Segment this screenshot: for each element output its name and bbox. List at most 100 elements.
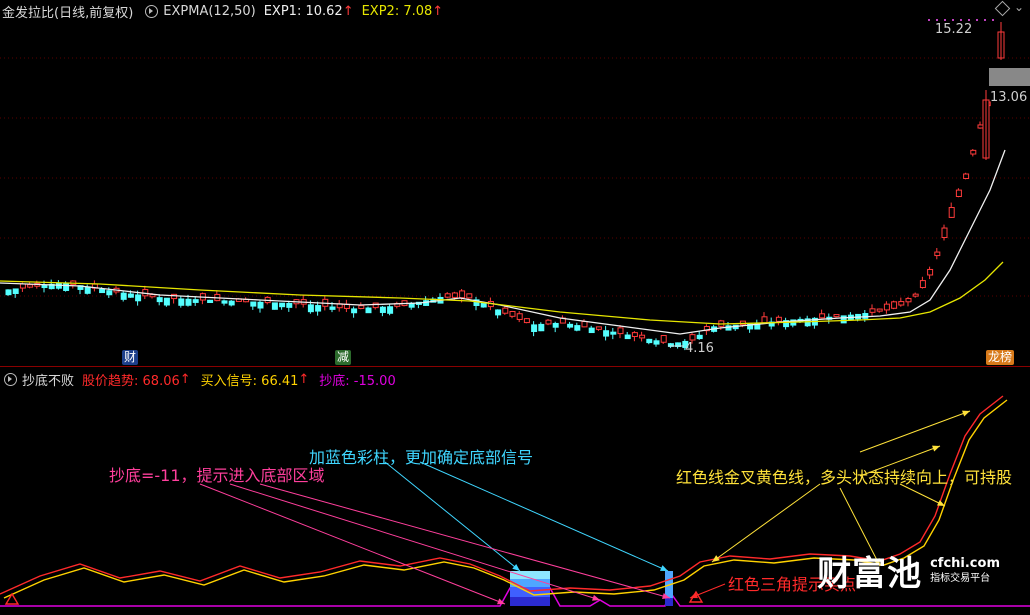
candle-body xyxy=(862,313,869,319)
watermark-logo: 财富池 cfchi.com 指标交易平台 xyxy=(817,546,1000,595)
candle-body xyxy=(531,324,538,333)
candle-body xyxy=(221,300,228,304)
annotation-arrow-head xyxy=(932,445,940,452)
candle-body xyxy=(63,283,70,291)
candle-body xyxy=(912,293,919,297)
candle-body xyxy=(279,302,286,308)
blue-signal-bar xyxy=(665,598,673,606)
candle-body xyxy=(127,293,134,298)
candle-body xyxy=(466,293,473,299)
candle-body xyxy=(257,301,264,309)
price-chart-pane[interactable]: 金发拉比(日线,前复权) EXPMA(12,50) EXP1: 10.62 ↑ … xyxy=(0,0,1030,366)
candle-body xyxy=(379,306,386,313)
candle-body xyxy=(27,284,34,288)
candle-body xyxy=(207,299,214,303)
watermark-brand: 财富池 xyxy=(817,554,923,594)
candle-body xyxy=(358,305,365,309)
candle-body xyxy=(84,286,91,294)
candle-body xyxy=(696,334,703,340)
candle-body xyxy=(552,322,559,328)
annotation-arrow xyxy=(419,461,669,572)
candle-body xyxy=(351,308,358,314)
marker-dot xyxy=(928,19,930,21)
marker-dot xyxy=(960,19,962,21)
candle-body xyxy=(329,306,336,310)
finance-marker[interactable]: 财 xyxy=(122,350,139,365)
candle-body xyxy=(934,251,941,257)
candle-body xyxy=(480,302,487,308)
candle-body xyxy=(523,318,530,324)
candle-body xyxy=(509,310,516,317)
candle-body xyxy=(163,297,170,306)
candle-body xyxy=(574,325,581,331)
marker-dot xyxy=(936,19,938,21)
longhu-marker[interactable]: 龙榜 xyxy=(986,350,1015,365)
candle-body xyxy=(595,326,602,330)
candle-body xyxy=(120,292,127,300)
marker-dot xyxy=(984,19,986,21)
candle-body xyxy=(365,307,372,314)
candle-body xyxy=(228,300,235,306)
blue-signal-bar xyxy=(510,597,550,606)
exp1-line xyxy=(0,149,1006,335)
candle-body xyxy=(603,330,610,337)
candle-body xyxy=(833,314,840,318)
candle-body xyxy=(963,173,970,180)
annotation-blue-bar: 加蓝色彩柱，更加确定底部信号 xyxy=(309,448,534,467)
annotation-dip-hint: 抄底=-11，提示进入底部区域 xyxy=(109,466,325,485)
reduce-marker[interactable]: 减 xyxy=(335,350,352,365)
buy-triangle-icon xyxy=(4,592,20,605)
candle-body xyxy=(919,280,926,289)
candle-body xyxy=(898,301,905,306)
watermark-domain: cfchi.com xyxy=(930,555,1000,571)
candlestick-chart xyxy=(0,19,1030,351)
annotation-arrow-head xyxy=(592,594,600,601)
candle-body xyxy=(516,313,523,320)
annotation-arrow xyxy=(384,461,521,572)
candle-body xyxy=(905,298,912,303)
candle-body xyxy=(502,307,509,314)
candle-body xyxy=(315,305,322,312)
candle-body xyxy=(459,290,466,299)
candle-body xyxy=(840,315,847,324)
candle-body xyxy=(977,124,984,129)
annotation-arrow-head xyxy=(962,410,970,417)
candle-body xyxy=(653,340,660,345)
annotation-arrow-head xyxy=(512,563,520,571)
blue-signal-bar xyxy=(510,587,550,597)
candle-body xyxy=(372,302,379,309)
candle-body xyxy=(624,334,631,340)
marker-dot xyxy=(952,19,954,21)
marker-dot xyxy=(976,19,978,21)
candle-body xyxy=(941,227,948,238)
candle-body xyxy=(775,316,782,322)
candle-body xyxy=(451,292,458,298)
candle-body xyxy=(581,321,588,328)
marker-dot xyxy=(944,19,946,21)
annotation-arrow xyxy=(259,483,671,599)
candle-body xyxy=(408,303,415,308)
candle-body xyxy=(41,284,48,289)
candle-body xyxy=(156,297,163,303)
candle-body xyxy=(286,302,293,308)
candle-body xyxy=(387,306,394,314)
annotation-arrow xyxy=(711,483,821,563)
candle-body xyxy=(610,331,617,335)
candle-body xyxy=(970,149,977,155)
candle-body xyxy=(19,283,26,289)
price-highlight-box xyxy=(989,68,1030,86)
candle-body xyxy=(250,301,257,307)
candle-body xyxy=(761,316,768,324)
annotation-arrow xyxy=(229,483,601,601)
candle-body xyxy=(178,298,185,306)
candle-body xyxy=(99,288,106,294)
candle-body xyxy=(689,334,696,341)
candle-body xyxy=(617,327,624,335)
candle-body xyxy=(12,288,19,294)
candle-body xyxy=(927,268,934,276)
indicator-pane[interactable]: 抄底不败 股价趋势: 68.06 ↑ 买入信号: 66.41 ↑ 抄底: -15… xyxy=(0,366,1030,615)
watermark-slogan: 指标交易平台 xyxy=(930,572,991,584)
last-price-label: 13.06 xyxy=(990,90,1028,105)
candle-body xyxy=(192,299,199,303)
annotation-arrow xyxy=(859,410,971,453)
